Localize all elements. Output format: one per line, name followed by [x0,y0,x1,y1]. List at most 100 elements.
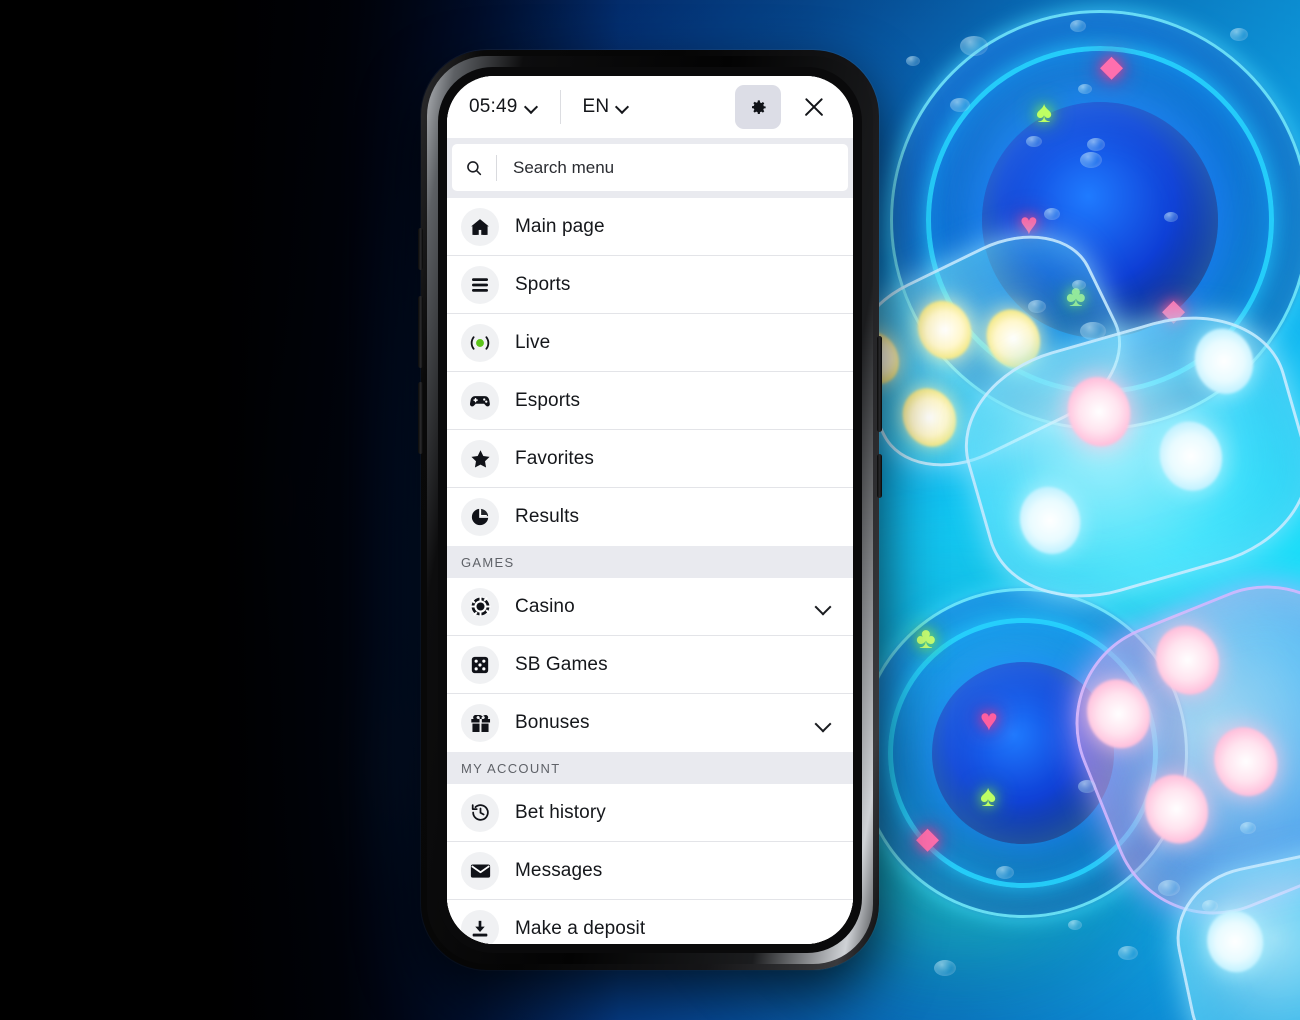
menu-item-label: Bonuses [515,712,590,733]
language-selector[interactable]: EN [583,96,630,118]
gift-icon [461,704,499,742]
bubble [1240,822,1256,834]
power-button[interactable] [877,336,882,432]
search-icon [452,159,496,177]
menu-item-label: Bet history [515,801,606,823]
menu-item-results[interactable]: Results [447,488,853,546]
menu-item-messages[interactable]: Messages [447,842,853,900]
menu-item-bonuses[interactable]: Bonuses [447,694,853,752]
chevron-down-icon [616,101,629,114]
menu-item-label: Sports [515,273,571,295]
bubble [996,866,1014,879]
phone-bezel: 05:49 EN Search menu Main page Sports Li… [438,67,862,953]
bubble [960,36,988,56]
list-lines-icon [461,265,499,304]
menu-item-bet-history[interactable]: Bet history [447,784,853,842]
menu-item-sports[interactable]: Sports [447,256,853,314]
bubble [1158,880,1180,896]
chevron-down-icon[interactable] [816,716,831,731]
bubble [1078,84,1092,94]
phone-rim: 05:49 EN Search menu Main page Sports Li… [427,56,873,964]
star-icon [461,439,499,478]
menu-item-favorites[interactable]: Favorites [447,430,853,488]
volume-down-button[interactable] [418,382,423,454]
phone-device: 05:49 EN Search menu Main page Sports Li… [418,50,882,970]
diamond-suit-icon-3: ◆ [916,822,940,855]
close-icon [802,95,826,119]
bubble [1028,300,1046,313]
mute-switch-button[interactable] [418,228,423,270]
close-button[interactable] [793,86,835,128]
history-clock-icon [461,793,499,832]
time-selector[interactable]: 05:49 [469,96,538,118]
volume-up-button[interactable] [418,296,423,368]
menu-item-label: SB Games [515,653,608,675]
menu-item-sb-games[interactable]: SB Games [447,636,853,694]
poker-chip-icon [461,587,499,626]
bubble [1044,208,1060,220]
search-input[interactable] [497,144,848,191]
home-icon [461,207,499,246]
pie-chart-icon [461,498,499,536]
search-bar-container [447,138,853,198]
heart-suit-icon-2: ♥ [980,704,998,737]
bubble [1164,212,1178,222]
menu-item-label: Casino [515,595,575,617]
menu-item-make-a-deposit[interactable]: Make a deposit [447,900,853,944]
menu-app: 05:49 EN Search menu Main page Sports Li… [447,76,853,944]
extra-side-button[interactable] [877,454,882,498]
bubble [1068,920,1082,930]
bubble [1078,780,1096,793]
diamond-suit-icon: ◆ [1100,50,1124,83]
phone-screen: 05:49 EN Search menu Main page Sports Li… [447,76,853,944]
top-bar: 05:49 EN [447,76,853,138]
section-header-games: GAMES [447,546,853,578]
menu-item-label: Favorites [515,447,595,469]
search-box[interactable] [452,144,848,191]
bubble [1230,28,1248,41]
section-header-my-account: MY ACCOUNT [447,752,853,784]
menu-group-games: Casino SB Games Bonuses [447,578,853,752]
dice-icon [461,645,499,684]
time-value: 05:49 [469,96,518,117]
bubble [1080,322,1106,340]
menu-item-label: Make a deposit [515,918,646,939]
envelope-icon [461,851,499,890]
menu-item-live[interactable]: Live [447,314,853,372]
menu-item-label: Live [515,331,551,353]
bubble [1070,20,1086,32]
bubble [1026,136,1042,147]
menu-item-casino[interactable]: Casino [447,578,853,636]
menu-item-label: Messages [515,859,603,881]
menu-group-main: Main page Sports Live Esports Favorites … [447,198,853,546]
menu-item-main-page[interactable]: Main page [447,198,853,256]
menu-item-esports[interactable]: Esports [447,372,853,430]
bubble [934,960,956,976]
bubble [1087,138,1105,151]
bubble [1080,152,1102,168]
bubble [906,56,920,66]
settings-button[interactable] [735,85,781,129]
club-suit-icon-2: ♣ [916,622,936,655]
menu-item-label: Esports [515,389,581,411]
menu-list[interactable]: Main page Sports Live Esports Favorites … [447,198,853,944]
bubble [1202,900,1218,912]
smoke-wisp-1 [196,240,356,760]
smoke-wisp-3 [70,700,310,1000]
bubble [950,98,970,112]
language-value: EN [582,96,610,117]
chevron-down-icon [525,101,538,114]
spade-suit-icon: ♠ [1036,96,1052,129]
gamepad-icon [461,381,499,420]
bubble [1072,280,1086,290]
download-tray-icon [461,910,499,944]
live-broadcast-icon [461,323,499,362]
chevron-down-icon[interactable] [816,599,831,614]
topbar-divider [559,90,561,124]
menu-item-label: Main page [515,215,605,237]
menu-item-label: Results [515,506,580,527]
spade-suit-icon-2: ♠ [980,780,996,813]
gear-icon [749,98,768,117]
bubble [1118,946,1138,960]
menu-group-my-account: Bet history Messages Make a deposit [447,784,853,944]
